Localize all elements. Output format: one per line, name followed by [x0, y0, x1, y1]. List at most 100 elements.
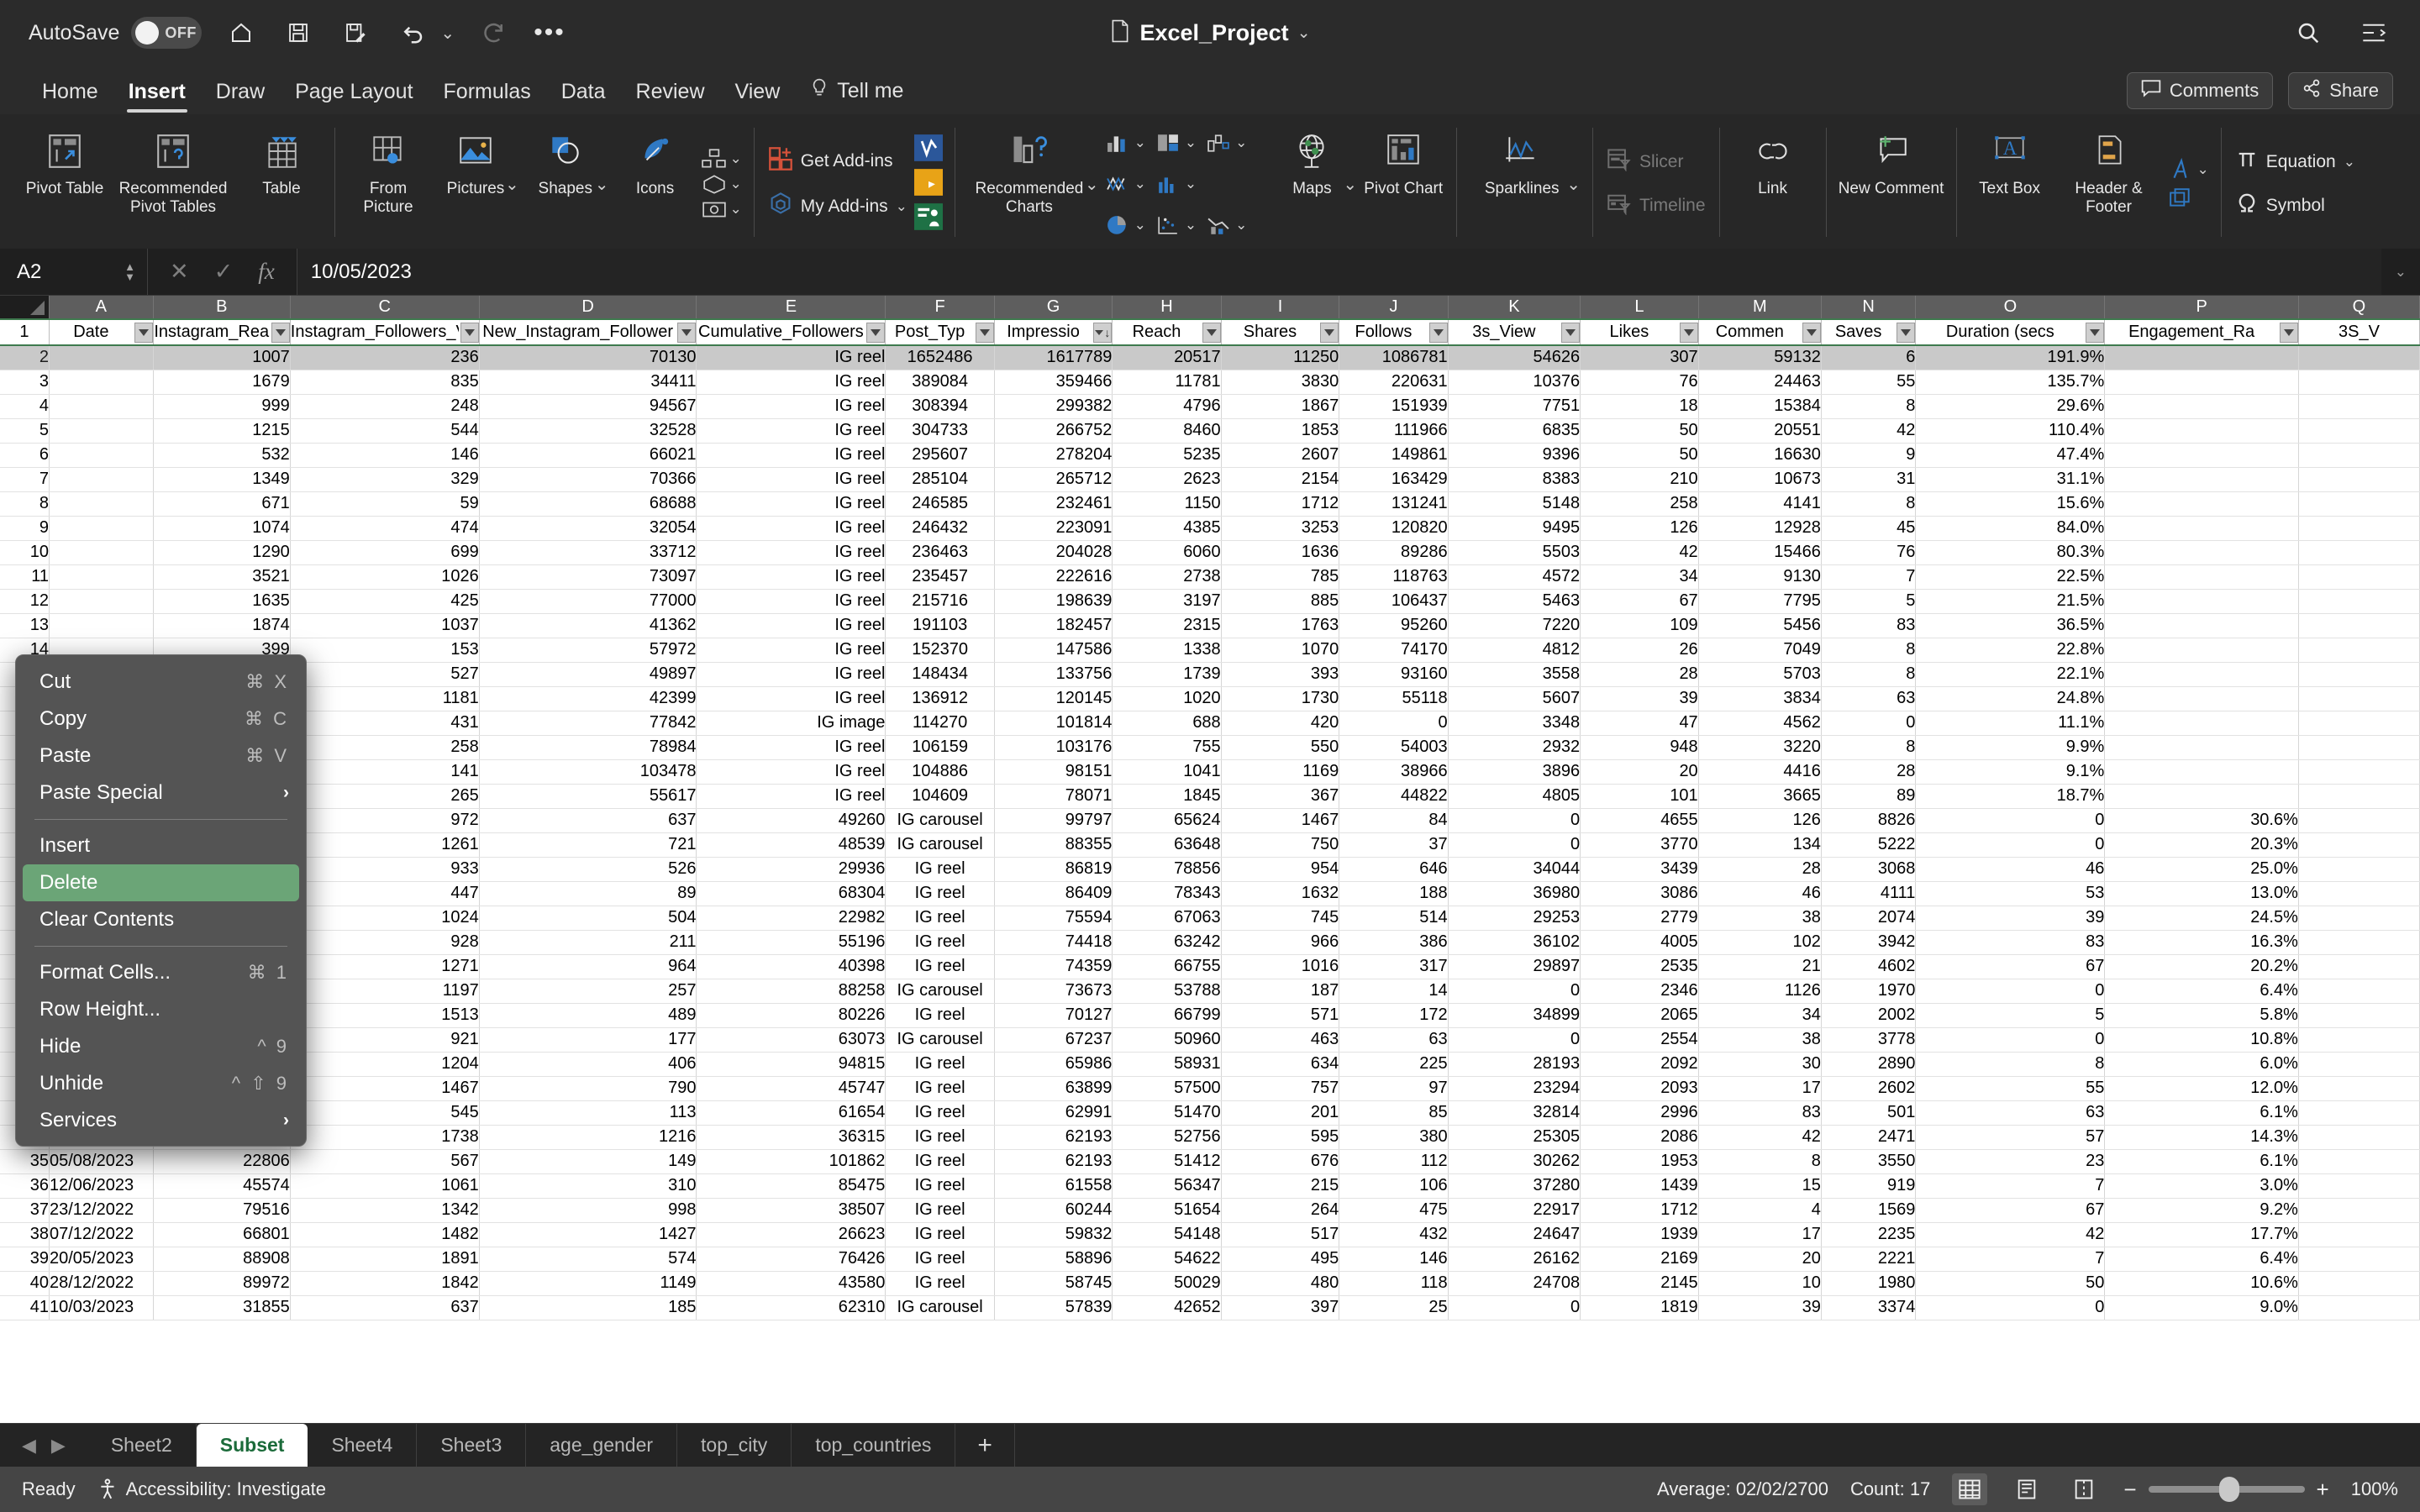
document-title[interactable]: Excel_Project: [1139, 20, 1288, 46]
cell[interactable]: [2298, 589, 2420, 614]
cell[interactable]: 7: [1915, 1247, 2106, 1272]
cell[interactable]: 45574: [153, 1173, 291, 1199]
column-header-A[interactable]: A: [49, 296, 154, 319]
cell[interactable]: 15: [1698, 1173, 1822, 1199]
cell[interactable]: 12/06/2023: [49, 1173, 154, 1199]
row-header-38[interactable]: 38: [0, 1222, 50, 1247]
sheet-tab-age-gender[interactable]: age_gender: [526, 1424, 678, 1467]
cell[interactable]: [2104, 759, 2299, 785]
cell[interactable]: [49, 540, 154, 565]
cell[interactable]: 15466: [1698, 540, 1822, 565]
cell[interactable]: 126: [1698, 808, 1822, 833]
tab-draw[interactable]: Draw: [201, 80, 280, 114]
cell[interactable]: 84.0%: [1915, 516, 2106, 541]
people-graph-addin-icon[interactable]: [913, 202, 943, 234]
row-header-5[interactable]: 5: [0, 418, 50, 444]
cancel-formula-icon[interactable]: ✕: [170, 259, 189, 285]
cell[interactable]: 198639: [994, 589, 1113, 614]
cell[interactable]: [2104, 638, 2299, 663]
cell[interactable]: 948: [1580, 735, 1699, 760]
table-row[interactable]: 39 20/05/2023 88908 1891 574 76426 IG reel 5889…: [0, 1247, 2420, 1272]
cell[interactable]: 11.1%: [1915, 711, 2106, 736]
cell[interactable]: 149861: [1339, 443, 1449, 468]
cell[interactable]: 2092: [1580, 1052, 1699, 1077]
cell[interactable]: [2298, 979, 2420, 1004]
cell[interactable]: IG carousel: [885, 808, 995, 833]
cell[interactable]: [2298, 516, 2420, 541]
column-header-C[interactable]: C: [290, 296, 480, 319]
cell[interactable]: 134: [1698, 832, 1822, 858]
cell[interactable]: 20.2%: [2104, 954, 2299, 979]
cell[interactable]: 495: [1221, 1247, 1340, 1272]
cell[interactable]: 0: [1339, 711, 1449, 736]
cell[interactable]: [2104, 370, 2299, 395]
cell[interactable]: 103478: [479, 759, 697, 785]
cell[interactable]: 8: [1915, 1052, 2106, 1077]
cell[interactable]: 47: [1580, 711, 1699, 736]
cell[interactable]: 29.6%: [1915, 394, 2106, 419]
cell[interactable]: 1635: [153, 589, 291, 614]
cell[interactable]: 295607: [885, 443, 995, 468]
cell[interactable]: 46: [1915, 857, 2106, 882]
cell[interactable]: 2002: [1821, 1003, 1917, 1028]
cell[interactable]: 133756: [994, 662, 1113, 687]
cell[interactable]: 1970: [1821, 979, 1917, 1004]
cell[interactable]: IG reel: [696, 759, 886, 785]
cell[interactable]: 63073: [696, 1027, 886, 1053]
cell[interactable]: 31.1%: [1915, 467, 2106, 492]
cell[interactable]: 220631: [1339, 370, 1449, 395]
tab-tell-me[interactable]: Tell me: [795, 78, 918, 114]
cell[interactable]: 114270: [885, 711, 995, 736]
cell[interactable]: IG reel: [696, 418, 886, 444]
header-cell-instagram-reach[interactable]: Instagram_Rea: [153, 318, 291, 346]
cell[interactable]: 489: [479, 1003, 697, 1028]
cell[interactable]: 70127: [994, 1003, 1113, 1028]
cell[interactable]: 676: [1221, 1149, 1340, 1174]
histogram-chart-icon[interactable]: ⌄: [1155, 173, 1197, 195]
cell[interactable]: 85: [1339, 1100, 1449, 1126]
cell[interactable]: 3220: [1698, 735, 1822, 760]
cell[interactable]: 24463: [1698, 370, 1822, 395]
cell[interactable]: IG reel: [885, 1125, 995, 1150]
cell[interactable]: 146: [290, 443, 480, 468]
cell[interactable]: [2298, 540, 2420, 565]
row-header-35[interactable]: 35: [0, 1149, 50, 1174]
cell[interactable]: 1290: [153, 540, 291, 565]
cell[interactable]: 5456: [1698, 613, 1822, 638]
cell[interactable]: 16630: [1698, 443, 1822, 468]
cell[interactable]: 5: [1915, 1003, 2106, 1028]
cell[interactable]: IG reel: [885, 1100, 995, 1126]
cell[interactable]: 12.0%: [2104, 1076, 2299, 1101]
cell[interactable]: 835: [290, 370, 480, 395]
pictures-chevron-down-icon[interactable]: ⌄: [505, 174, 519, 195]
cell[interactable]: 299382: [994, 394, 1113, 419]
undo-chevron-down-icon[interactable]: ⌄: [440, 23, 455, 44]
cell[interactable]: [2104, 345, 2299, 370]
cell[interactable]: 61654: [696, 1100, 886, 1126]
cell[interactable]: 52756: [1112, 1125, 1222, 1150]
cell[interactable]: 5503: [1448, 540, 1581, 565]
cell[interactable]: 406: [479, 1052, 697, 1077]
previous-sheet-icon[interactable]: ◀: [22, 1435, 36, 1457]
row-header-2[interactable]: 2: [0, 345, 50, 370]
cell[interactable]: IG reel: [885, 1003, 995, 1028]
cell[interactable]: 688: [1112, 711, 1222, 736]
cell[interactable]: 8: [1821, 735, 1917, 760]
cell[interactable]: 3086: [1580, 881, 1699, 906]
cell[interactable]: 78343: [1112, 881, 1222, 906]
cell[interactable]: [2104, 589, 2299, 614]
filter-button-instagram-followers-visits[interactable]: [460, 322, 479, 343]
cell[interactable]: 101814: [994, 711, 1113, 736]
cell[interactable]: 66799: [1112, 1003, 1222, 1028]
cell[interactable]: 0: [1448, 808, 1581, 833]
menu-item-insert[interactable]: Insert: [16, 827, 306, 864]
cell[interactable]: 106437: [1339, 589, 1449, 614]
cell[interactable]: 474: [290, 516, 480, 541]
cell[interactable]: 2065: [1580, 1003, 1699, 1028]
table-row[interactable]: 10 1290 699 33712 IG reel 236463 204028 6060 163…: [0, 540, 2420, 565]
cell[interactable]: 30.6%: [2104, 808, 2299, 833]
cell[interactable]: 5235: [1112, 443, 1222, 468]
cell[interactable]: IG reel: [696, 491, 886, 517]
table-row[interactable]: 3421/12/2022837101738121636315IG reel621…: [0, 1125, 2420, 1150]
cell[interactable]: 20: [1698, 1247, 1822, 1272]
